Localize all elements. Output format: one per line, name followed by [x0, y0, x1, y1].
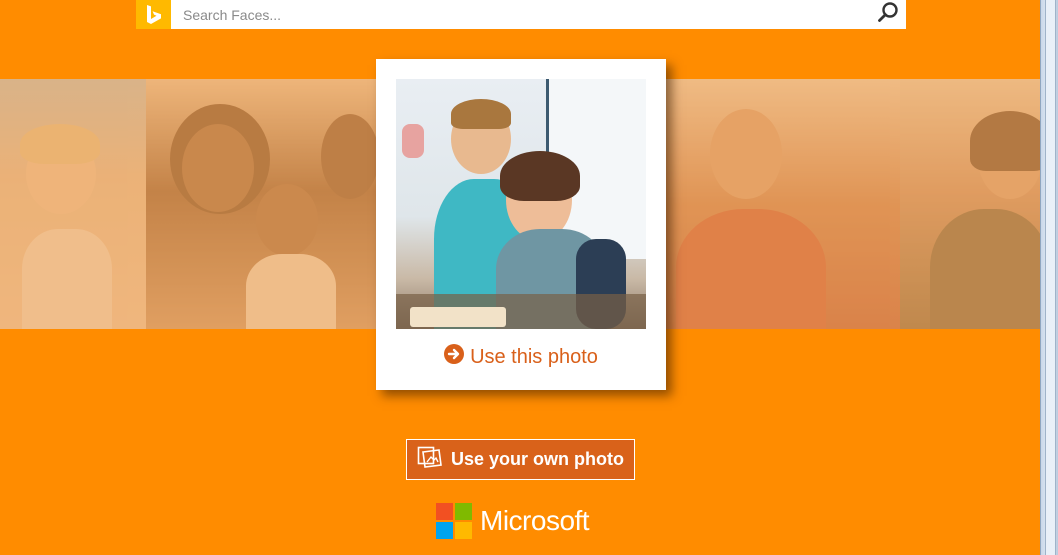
arrow-right-circle-icon: [444, 344, 465, 370]
window-frame-right: [1040, 0, 1058, 555]
search-input[interactable]: [171, 0, 870, 29]
featured-photo-card: Use this photo: [376, 59, 666, 390]
use-this-photo-button[interactable]: Use this photo: [376, 344, 666, 370]
use-this-photo-label: Use this photo: [470, 345, 598, 368]
bing-logo[interactable]: [136, 0, 171, 29]
use-your-own-photo-button[interactable]: Use your own photo: [406, 439, 635, 480]
search-button[interactable]: [870, 0, 906, 29]
microsoft-wordmark: Microsoft: [480, 505, 590, 536]
photos-icon: [417, 445, 443, 474]
search-bar: [136, 0, 906, 29]
search-icon: [877, 1, 899, 28]
featured-photo[interactable]: [396, 79, 646, 329]
use-your-own-photo-label: Use your own photo: [451, 449, 624, 469]
microsoft-logo: Microsoft: [436, 503, 590, 539]
microsoft-squares-icon: [436, 503, 472, 539]
